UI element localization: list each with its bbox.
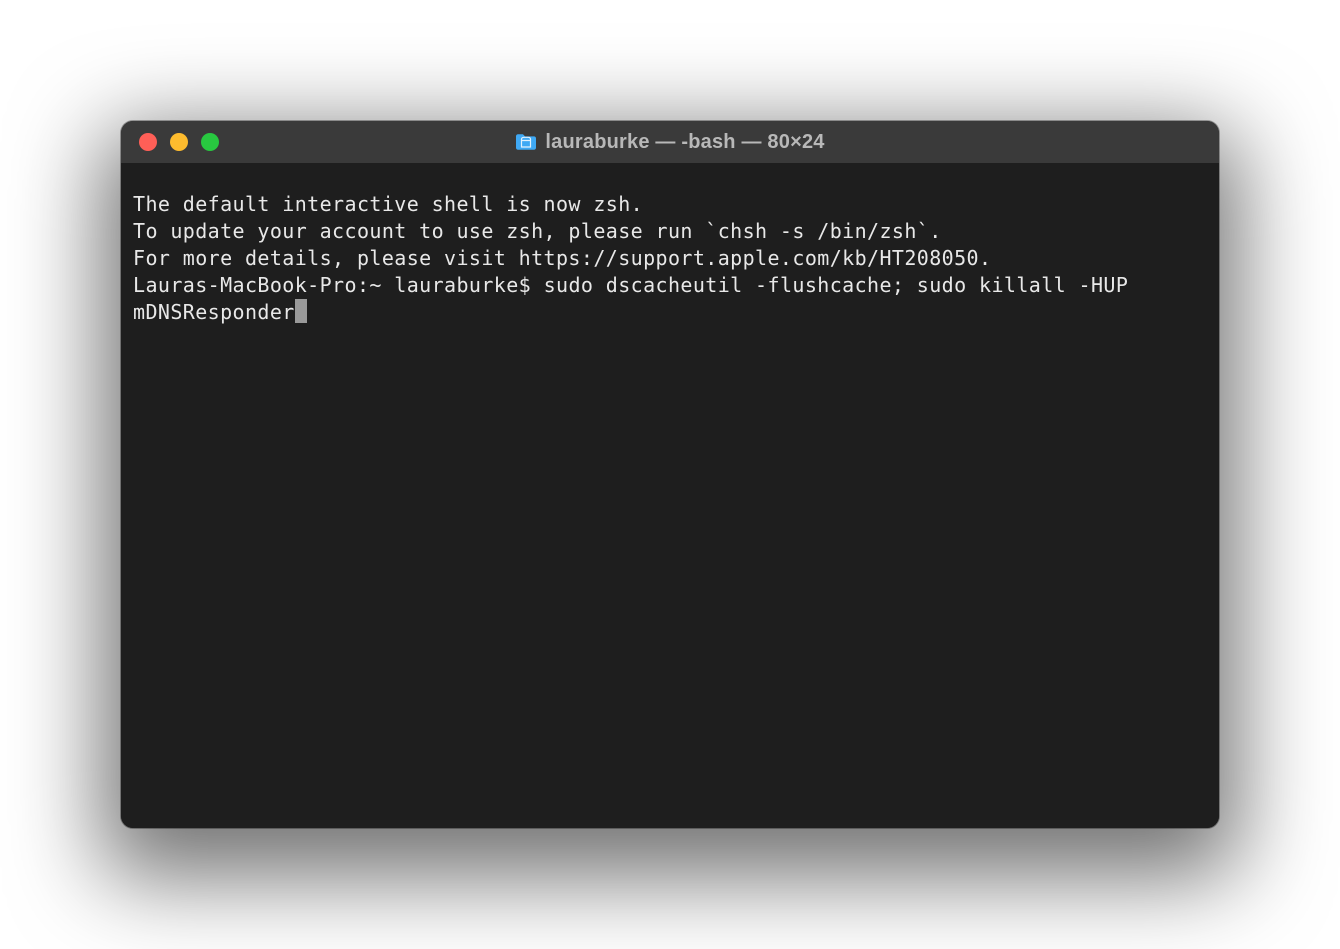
cursor-icon: [295, 299, 307, 323]
minimize-icon[interactable]: [170, 133, 188, 151]
shell-prompt: Lauras-MacBook-Pro:~ lauraburke$: [133, 273, 544, 297]
terminal-line: The default interactive shell is now zsh…: [133, 191, 1207, 218]
terminal-line: To update your account to use zsh, pleas…: [133, 218, 1207, 245]
close-icon[interactable]: [139, 133, 157, 151]
terminal-line: For more details, please visit https://s…: [133, 245, 1207, 272]
traffic-lights: [121, 133, 219, 151]
title-wrap: lauraburke — -bash — 80×24: [121, 131, 1219, 154]
folder-icon: [515, 133, 537, 151]
terminal-body[interactable]: The default interactive shell is now zsh…: [121, 163, 1219, 828]
terminal-window: lauraburke — -bash — 80×24 The default i…: [121, 121, 1219, 828]
title-bar[interactable]: lauraburke — -bash — 80×24: [121, 121, 1219, 163]
prompt-line: Lauras-MacBook-Pro:~ lauraburke$ sudo ds…: [133, 272, 1207, 326]
maximize-icon[interactable]: [201, 133, 219, 151]
window-title: lauraburke — -bash — 80×24: [545, 131, 824, 154]
